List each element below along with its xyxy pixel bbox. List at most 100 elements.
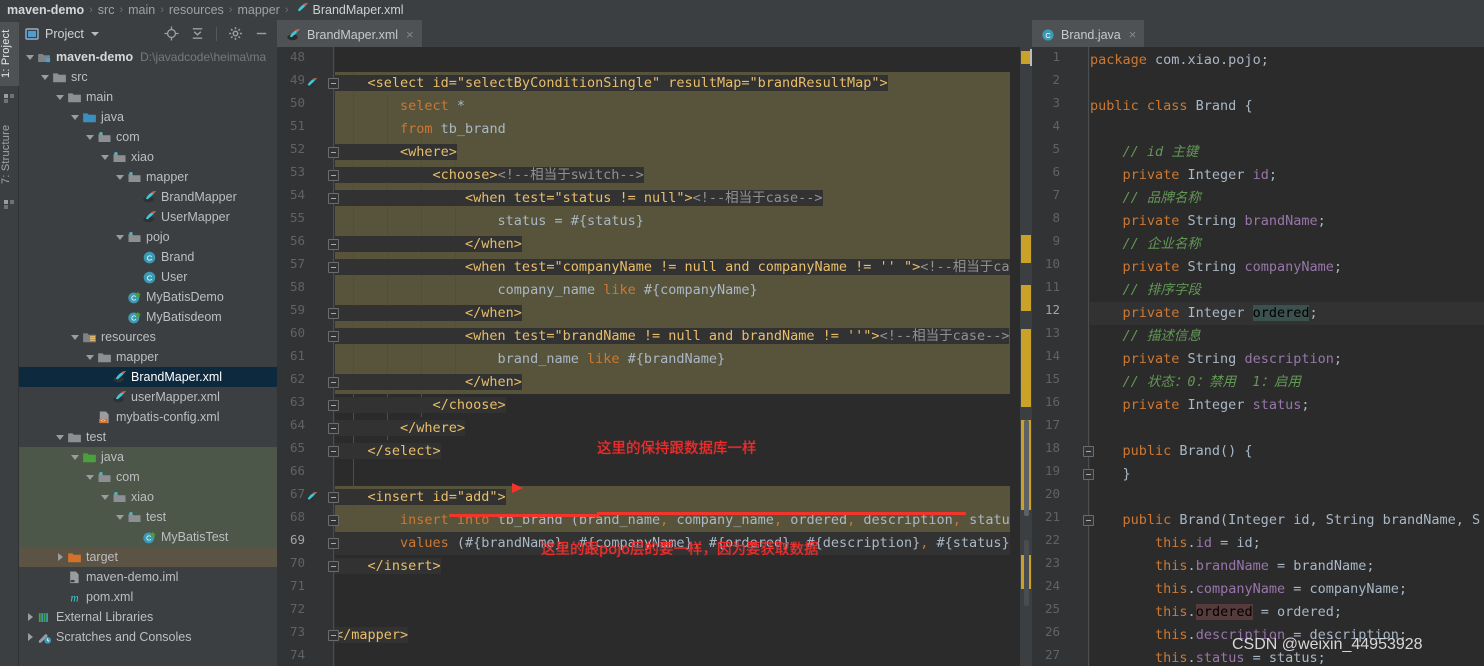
tree-item[interactable]: C MyBatisDemo [19, 287, 277, 307]
java-code-editor[interactable]: 1 2 3 4 5 6 7 8 9 10 11 12 13 14 15 16 17 18 19 20 21 22 23 24 2… [1032, 47, 1484, 666]
fold-toggle[interactable] [328, 630, 339, 641]
tree-item[interactable]: main [19, 87, 277, 107]
tree-item[interactable]: java [19, 107, 277, 127]
warning-marker[interactable] [1021, 285, 1031, 311]
tree-item[interactable]: C MyBatisdeom [19, 307, 277, 327]
breadcrumb-item[interactable]: mapper [237, 3, 279, 17]
tree-item[interactable]: com [19, 467, 277, 487]
code-line[interactable]: </insert> [335, 555, 441, 578]
code-line[interactable]: status = #{status} [335, 210, 644, 233]
fold-toggle[interactable] [328, 331, 339, 342]
tree-item[interactable]: BrandMaper.xml [19, 367, 277, 387]
fold-toggle[interactable] [328, 515, 339, 526]
code-line[interactable]: this.companyName = companyName; [1090, 578, 1407, 601]
fold-toggle[interactable] [328, 492, 339, 503]
tree-item[interactable]: mapper [19, 167, 277, 187]
code-line[interactable]: public class Brand { [1090, 95, 1253, 118]
tree-item[interactable]: C Brand [19, 247, 277, 267]
code-line[interactable]: company_name like #{companyName} [335, 279, 758, 302]
code-line[interactable]: } [1090, 463, 1131, 486]
fold-toggle[interactable] [328, 400, 339, 411]
fold-toggle[interactable] [328, 423, 339, 434]
code-line[interactable]: private Integer id; [1090, 164, 1277, 187]
fold-toggle[interactable] [328, 193, 339, 204]
mybatis-gutter-icon[interactable] [304, 490, 318, 504]
tree-item[interactable]: C User [19, 267, 277, 287]
tree-item[interactable]: userMapper.xml [19, 387, 277, 407]
tree-item[interactable]: xiao [19, 147, 277, 167]
code-line[interactable]: brand_name like #{brandName} [335, 348, 726, 371]
chevron-down-icon[interactable] [85, 132, 95, 142]
chevron-down-icon[interactable] [115, 232, 125, 242]
xml-scrollbar-track[interactable] [1024, 540, 1029, 606]
breadcrumb-item[interactable]: src [98, 3, 115, 17]
chevron-down-icon[interactable] [25, 52, 35, 62]
fold-toggle[interactable] [328, 561, 339, 572]
project-tree[interactable]: maven-demo D:\javadcode\heima\ma src main ja… [19, 47, 277, 666]
fold-toggle[interactable] [328, 170, 339, 181]
tree-item[interactable]: pojo [19, 227, 277, 247]
code-line[interactable]: <when test="companyName != null and comp… [335, 256, 1010, 279]
sidebar-item-project[interactable]: 1: Project [0, 22, 19, 86]
tree-item[interactable]: maven-demo D:\javadcode\heima\ma [19, 47, 277, 67]
code-line[interactable]: </mapper> [335, 624, 409, 647]
breadcrumb-item[interactable]: main [128, 3, 155, 17]
tree-item[interactable]: <> mybatis-config.xml [19, 407, 277, 427]
fold-toggle[interactable] [328, 147, 339, 158]
fold-toggle[interactable] [1083, 446, 1094, 457]
breadcrumb-item[interactable]: BrandMaper.xml [313, 3, 404, 17]
hide-icon[interactable] [254, 26, 269, 41]
code-line[interactable]: </choose> [335, 394, 506, 417]
code-line[interactable]: </when> [335, 302, 522, 325]
java-gutter[interactable]: 1 2 3 4 5 6 7 8 9 10 11 12 13 14 15 16 17 18 19 20 21 22 23 24 2… [1032, 47, 1090, 666]
code-line[interactable]: select * [335, 95, 465, 118]
xml-scrollbar-thumb[interactable] [1024, 420, 1029, 516]
mybatis-gutter-icon[interactable] [304, 76, 318, 90]
fold-toggle[interactable] [1083, 515, 1094, 526]
fold-toggle[interactable] [328, 446, 339, 457]
chevron-down-icon[interactable] [70, 332, 80, 342]
code-line[interactable]: this.id = id; [1090, 532, 1261, 555]
code-line[interactable]: public Brand() { [1090, 440, 1253, 463]
breadcrumb-item[interactable]: resources [169, 3, 224, 17]
sidebar-item-structure[interactable]: 7: Structure [0, 116, 19, 192]
tab-brandmaper-xml[interactable]: BrandMaper.xml × [277, 20, 422, 47]
code-line[interactable]: <when test="brandName != null and brandN… [335, 325, 1010, 348]
fold-toggle[interactable] [328, 308, 339, 319]
chevron-down-icon[interactable] [90, 31, 99, 36]
close-icon[interactable]: × [406, 27, 414, 42]
code-line[interactable]: </where> [335, 417, 466, 440]
code-line[interactable]: // 描述信息 [1090, 325, 1201, 348]
tree-item[interactable]: resources [19, 327, 277, 347]
code-line[interactable]: private Integer status; [1090, 394, 1310, 417]
chevron-down-icon[interactable] [85, 472, 95, 482]
chevron-down-icon[interactable] [70, 452, 80, 462]
chevron-right-icon[interactable] [55, 552, 65, 562]
fold-toggle[interactable] [328, 538, 339, 549]
code-line[interactable]: <when test="status != null"><!--相当于case-… [335, 187, 823, 210]
code-line[interactable]: // 状态：0：禁用 1：启用 [1090, 371, 1301, 394]
chevron-down-icon[interactable] [115, 172, 125, 182]
code-line[interactable]: </select> [335, 440, 441, 463]
code-line[interactable]: // 品牌名称 [1090, 187, 1201, 210]
warning-marker[interactable] [1021, 329, 1031, 407]
chevron-down-icon[interactable] [115, 512, 125, 522]
tab-brand-java[interactable]: C Brand.java × [1032, 20, 1145, 47]
tree-item[interactable]: Scratches and Consoles [19, 627, 277, 647]
collapse-all-icon[interactable] [190, 26, 205, 41]
code-line[interactable]: public Brand(Integer id, String brandNam… [1090, 509, 1481, 532]
fold-toggle[interactable] [328, 262, 339, 273]
tree-item[interactable]: test [19, 507, 277, 527]
tree-item[interactable]: maven-demo.iml [19, 567, 277, 587]
chevron-right-icon[interactable] [25, 612, 35, 622]
code-line[interactable]: <select id="selectByConditionSingle" res… [335, 72, 888, 95]
tree-item[interactable]: src [19, 67, 277, 87]
code-line[interactable]: // 企业名称 [1090, 233, 1201, 256]
code-line[interactable]: private String companyName; [1090, 256, 1343, 279]
chevron-down-icon[interactable] [100, 492, 110, 502]
code-line[interactable]: </when> [335, 371, 522, 394]
tree-item[interactable]: BrandMapper [19, 187, 277, 207]
code-line[interactable]: <choose><!--相当于switch--> [335, 164, 644, 187]
locate-icon[interactable] [164, 26, 179, 41]
xml-code-editor[interactable]: 48 49 50 51 52 53 54 55 56 57 58 59 60 61 62 63 64 65 66 67… [277, 47, 1032, 666]
